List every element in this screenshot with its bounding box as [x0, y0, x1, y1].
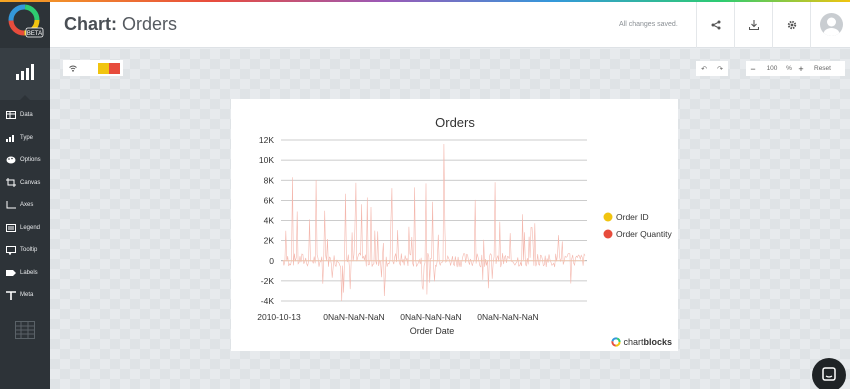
y-tick-label: 12K — [259, 135, 274, 145]
undo-icon: ↶ — [701, 65, 707, 73]
undo-button[interactable]: ↶ — [696, 61, 712, 76]
share-button[interactable] — [696, 2, 734, 48]
tooltip-icon — [5, 245, 17, 255]
y-tick-label: 10K — [259, 155, 274, 165]
chart-name: Orders — [122, 14, 178, 34]
sidebar-item-type[interactable]: Type — [0, 127, 50, 150]
page-title[interactable]: Chart: Orders — [64, 14, 177, 35]
download-icon — [748, 20, 759, 30]
save-status: All changes saved. — [619, 21, 678, 28]
chat-launcher-button[interactable] — [812, 358, 846, 389]
sidebar-item-label: Tooltip — [20, 247, 38, 254]
theme-swatch-3 — [109, 62, 120, 74]
sidebar-item-canvas[interactable]: Canvas — [0, 172, 50, 195]
y-tick-label: 2K — [264, 236, 275, 246]
wifi-icon — [69, 65, 87, 72]
sidebar-item-label: Labels — [20, 269, 38, 276]
settings-button[interactable] — [772, 2, 810, 48]
zoom-controls: − 100 % + Reset — [746, 61, 845, 76]
sidebar-item-label: Canvas — [20, 179, 41, 186]
sidebar-item-label: Meta — [20, 292, 34, 299]
palette-icon — [5, 155, 17, 165]
brand-text-light: chart — [623, 337, 644, 347]
sidebar-item-label: Legend — [20, 224, 41, 231]
sidebar-item-label: Axes — [20, 202, 34, 209]
download-button[interactable] — [734, 2, 772, 48]
chart-view-button[interactable] — [0, 48, 50, 101]
top-accent-strip — [0, 0, 850, 2]
x-axis-label: Order Date — [410, 326, 455, 336]
chat-icon — [822, 367, 836, 381]
page-title-prefix: Chart: — [64, 14, 117, 34]
legend-icon — [5, 223, 17, 233]
y-tick-label: 4K — [264, 216, 275, 226]
sidebar-item-label: Type — [20, 134, 34, 141]
y-tick-label: 8K — [264, 175, 275, 185]
sidebar-item-labels[interactable]: Labels — [0, 262, 50, 285]
sidebar-item-data[interactable]: Data — [0, 104, 50, 127]
chart-panel: Orders 12K 10K 8K 6K 4K 2K 0 -2K -4K 2010-10-13 0… — [231, 99, 678, 351]
crop-icon — [5, 178, 17, 188]
axes-icon — [5, 200, 17, 210]
zoom-out-button[interactable]: − — [746, 64, 760, 74]
sidebar-item-legend[interactable]: Legend — [0, 217, 50, 240]
redo-button[interactable]: ↷ — [712, 61, 728, 76]
x-tick-label: 2010-10-13 — [257, 312, 301, 322]
sidebar-item-label: Data — [20, 112, 33, 119]
history-controls: ↶ ↷ — [696, 61, 728, 76]
x-tick-label: 0NaN-NaN-NaN — [400, 312, 461, 322]
zoom-unit: % — [786, 65, 792, 72]
zoom-value[interactable]: 100 — [760, 65, 784, 72]
legend-marker — [603, 229, 613, 239]
chart-svg: Orders 12K 10K 8K 6K 4K 2K 0 -2K -4K 2010-10-13 0… — [257, 115, 672, 336]
brand-logo-icon — [611, 337, 622, 347]
zoom-in-button[interactable]: + — [794, 64, 808, 74]
legend-label: Order Quantity — [616, 229, 672, 239]
bar-chart-icon — [16, 64, 34, 80]
table-icon — [5, 110, 17, 120]
top-header: Chart: Orders All changes saved. — [50, 2, 850, 48]
theme-swatch-2 — [98, 62, 109, 74]
data-table-icon[interactable] — [15, 321, 35, 344]
legend-label: Order ID — [616, 212, 649, 222]
theme-swatch-1 — [87, 62, 98, 74]
share-icon — [711, 20, 720, 30]
avatar[interactable] — [820, 13, 843, 36]
x-tick-label: 0NaN-NaN-NaN — [323, 312, 384, 322]
bar-chart-icon — [5, 133, 17, 143]
sidebar-item-axes[interactable]: Axes — [0, 194, 50, 217]
sidebar-item-label: Options — [20, 157, 41, 164]
y-tick-label: 0 — [269, 256, 274, 266]
sidebar-item-options[interactable]: Options — [0, 149, 50, 172]
series-line-order-quantity — [282, 143, 586, 302]
app-logo[interactable]: BETA — [0, 0, 50, 48]
y-tick-label: 6K — [264, 195, 275, 205]
brand-text-bold: blocks — [643, 337, 672, 347]
sidebar-item-meta[interactable]: Meta — [0, 284, 50, 307]
y-tick-label: -2K — [261, 276, 275, 286]
sidebar-item-tooltip[interactable]: Tooltip — [0, 239, 50, 262]
logo-icon: BETA — [8, 4, 44, 38]
tag-icon — [5, 268, 17, 278]
legend-marker — [603, 212, 613, 222]
theme-selector[interactable] — [63, 60, 123, 76]
sidebar-menu: Data Type Options Canvas Axes Legend Too… — [0, 104, 50, 307]
sidebar: BETA Data Type Options Canvas Axes Legen… — [0, 0, 50, 389]
chart-title: Orders — [435, 115, 475, 130]
chartblocks-logo: chart blocks — [611, 337, 672, 347]
gear-icon — [787, 20, 796, 30]
redo-icon: ↷ — [717, 65, 723, 73]
zoom-reset-button[interactable]: Reset — [814, 65, 831, 72]
x-tick-label: 0NaN-NaN-NaN — [477, 312, 538, 322]
user-icon — [823, 17, 840, 36]
text-icon — [5, 290, 17, 300]
logo-badge: BETA — [27, 31, 42, 37]
y-tick-label: -4K — [261, 296, 275, 306]
